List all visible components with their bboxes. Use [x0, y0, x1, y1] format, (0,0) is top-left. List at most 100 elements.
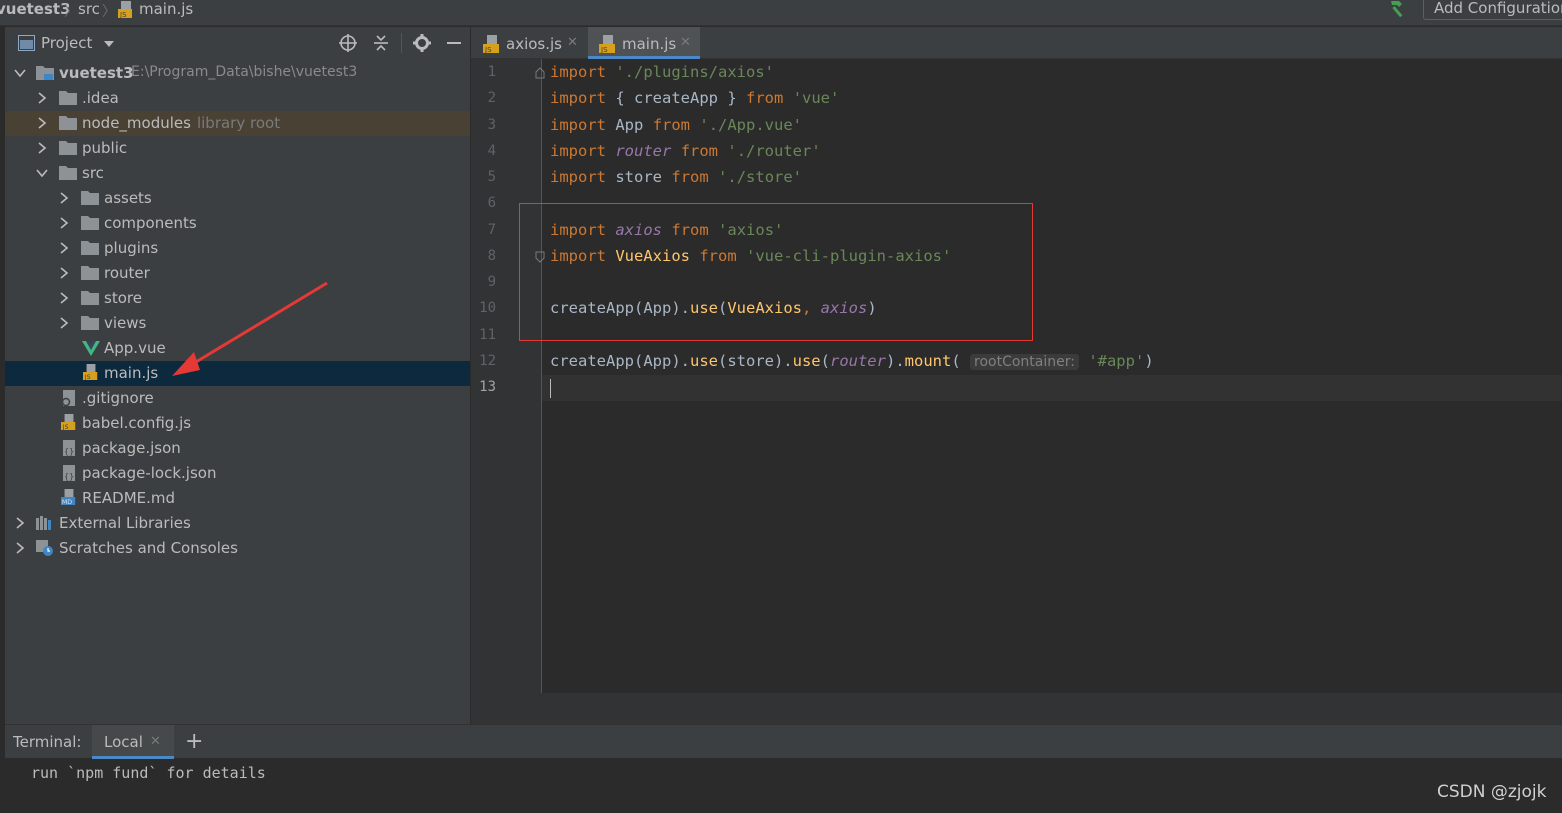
- code-line[interactable]: import './plugins/axios': [550, 63, 774, 81]
- editor-tab-bar: JS axios.js ✕ JS main.js ✕: [471, 27, 1562, 59]
- tree-item-app-vue[interactable]: App.vue: [5, 336, 470, 361]
- locate-icon[interactable]: [338, 33, 358, 53]
- tree-item-scratches[interactable]: Scratches and Consoles: [5, 536, 470, 561]
- tree-item-store[interactable]: store: [5, 286, 470, 311]
- code-line[interactable]: import router from './router': [550, 142, 821, 160]
- tree-item-idea[interactable]: .idea: [5, 86, 470, 111]
- code-token: 'vue': [792, 89, 840, 107]
- parameter-hint: rootContainer:: [970, 354, 1079, 370]
- code-line[interactable]: import App from './App.vue': [550, 116, 802, 134]
- chevron-right-icon[interactable]: [36, 142, 48, 154]
- chevron-right-icon[interactable]: [14, 542, 26, 554]
- vue-icon: [82, 341, 100, 356]
- fold-marker-icon[interactable]: [535, 67, 545, 79]
- project-panel-header: Project: [5, 27, 470, 59]
- project-panel: Project vuetest3 E:\Program_Data\bishe\v…: [5, 27, 470, 724]
- folder-icon: [81, 266, 99, 280]
- add-configuration-button[interactable]: Add Configuration...: [1423, 0, 1562, 20]
- close-icon[interactable]: ✕: [150, 734, 161, 749]
- tree-item-babel-config[interactable]: JS babel.config.js: [5, 411, 470, 436]
- collapse-all-icon[interactable]: [371, 33, 391, 53]
- chevron-right-icon[interactable]: [36, 92, 48, 104]
- chevron-right-icon[interactable]: [14, 517, 26, 529]
- chevron-down-icon[interactable]: [103, 40, 115, 48]
- folder-icon: [59, 166, 77, 180]
- folder-icon: [59, 141, 77, 155]
- gear-icon[interactable]: [412, 33, 432, 53]
- svg-text:JS: JS: [484, 46, 492, 53]
- tree-item-label: babel.config.js: [82, 414, 192, 432]
- library-icon: [36, 516, 51, 530]
- project-panel-title[interactable]: Project: [41, 34, 92, 52]
- tree-item-label: assets: [104, 189, 152, 207]
- tree-item-readme[interactable]: MD README.md: [5, 486, 470, 511]
- breadcrumb-folder[interactable]: src: [78, 0, 100, 20]
- tree-item-label: .idea: [82, 89, 119, 107]
- js-file-icon: JS: [483, 35, 499, 53]
- plus-icon[interactable]: +: [185, 729, 203, 754]
- svg-text:JS: JS: [62, 424, 69, 430]
- terminal-output[interactable]: run `npm fund` for details: [31, 764, 266, 782]
- tree-item-label: router: [104, 264, 150, 282]
- tree-item-public[interactable]: public: [5, 136, 470, 161]
- chevron-right-icon[interactable]: [58, 292, 70, 304]
- tree-item-package-lock-json[interactable]: {} package-lock.json: [5, 461, 470, 486]
- tree-item-package-json[interactable]: {} package.json: [5, 436, 470, 461]
- line-number: 2: [487, 90, 496, 106]
- tree-item-label: node_modules: [82, 114, 191, 132]
- tree-item-components[interactable]: components: [5, 211, 470, 236]
- tree-item-label: Scratches and Consoles: [59, 539, 238, 557]
- code-line[interactable]: import store from './store': [550, 168, 802, 186]
- svg-text:JS: JS: [600, 46, 608, 53]
- tree-item-gitignore[interactable]: .gitignore: [5, 386, 470, 411]
- svg-text:JS: JS: [84, 374, 91, 380]
- code-line[interactable]: createApp(App).use(store).use(router).mo…: [550, 352, 1154, 370]
- chevron-right-icon[interactable]: [58, 192, 70, 204]
- svg-text:JS: JS: [119, 11, 127, 18]
- current-line-highlight: [541, 375, 1562, 401]
- close-icon[interactable]: ✕: [680, 35, 691, 50]
- tree-item-router[interactable]: router: [5, 261, 470, 286]
- terminal-tab-local[interactable]: Local ✕: [92, 725, 174, 759]
- tree-item-plugins[interactable]: plugins: [5, 236, 470, 261]
- code-token: ): [1144, 352, 1154, 370]
- code-token: App: [615, 116, 644, 134]
- code-token: from: [652, 116, 691, 134]
- tree-item-external-libraries[interactable]: External Libraries: [5, 511, 470, 536]
- chevron-right-icon[interactable]: [58, 317, 70, 329]
- tree-item-label: components: [104, 214, 197, 232]
- tree-item-assets[interactable]: assets: [5, 186, 470, 211]
- navigation-bar: vuetest3 〉 src 〉 JS main.js Add Configur…: [0, 0, 1562, 26]
- code-token: mount: [904, 352, 952, 370]
- tree-item-src[interactable]: src: [5, 161, 470, 186]
- breadcrumb-project[interactable]: vuetest3: [0, 0, 71, 20]
- code-token: from: [746, 89, 784, 107]
- tree-root-path: E:\Program_Data\bishe\vuetest3: [131, 64, 358, 80]
- chevron-down-icon[interactable]: [14, 67, 26, 79]
- tab-main-js[interactable]: JS main.js ✕: [588, 27, 700, 59]
- tree-item-views[interactable]: views: [5, 311, 470, 336]
- code-token: './App.vue': [699, 116, 803, 134]
- code-line[interactable]: import { createApp } from 'vue': [550, 89, 839, 107]
- chevron-right-icon[interactable]: [58, 267, 70, 279]
- tree-item-main-js[interactable]: JS main.js: [5, 361, 470, 386]
- tab-axios-js[interactable]: JS axios.js ✕: [471, 27, 585, 59]
- line-number: 1: [487, 64, 496, 80]
- code-token: import: [550, 168, 606, 186]
- close-icon[interactable]: ✕: [567, 35, 578, 50]
- breadcrumb-file[interactable]: main.js: [139, 0, 193, 20]
- minimize-icon[interactable]: [444, 33, 464, 53]
- chevron-down-icon[interactable]: [36, 167, 48, 179]
- tree-root-vuetest3[interactable]: vuetest3 E:\Program_Data\bishe\vuetest3: [5, 61, 470, 86]
- terminal-panel: Terminal: Local ✕ + run `npm fund` for d…: [5, 724, 1562, 813]
- chevron-right-icon[interactable]: [58, 217, 70, 229]
- editor-bottom-area: [471, 693, 1562, 724]
- chevron-right-icon[interactable]: [58, 242, 70, 254]
- text-cursor: [550, 379, 551, 398]
- js-file-icon: JS: [83, 364, 98, 380]
- line-number: 6: [487, 195, 496, 211]
- chevron-right-icon[interactable]: [36, 117, 48, 129]
- hammer-icon[interactable]: [1386, 0, 1408, 20]
- tree-item-node-modules[interactable]: node_modules library root: [5, 111, 470, 136]
- watermark: CSDN @zjojk: [1437, 782, 1547, 802]
